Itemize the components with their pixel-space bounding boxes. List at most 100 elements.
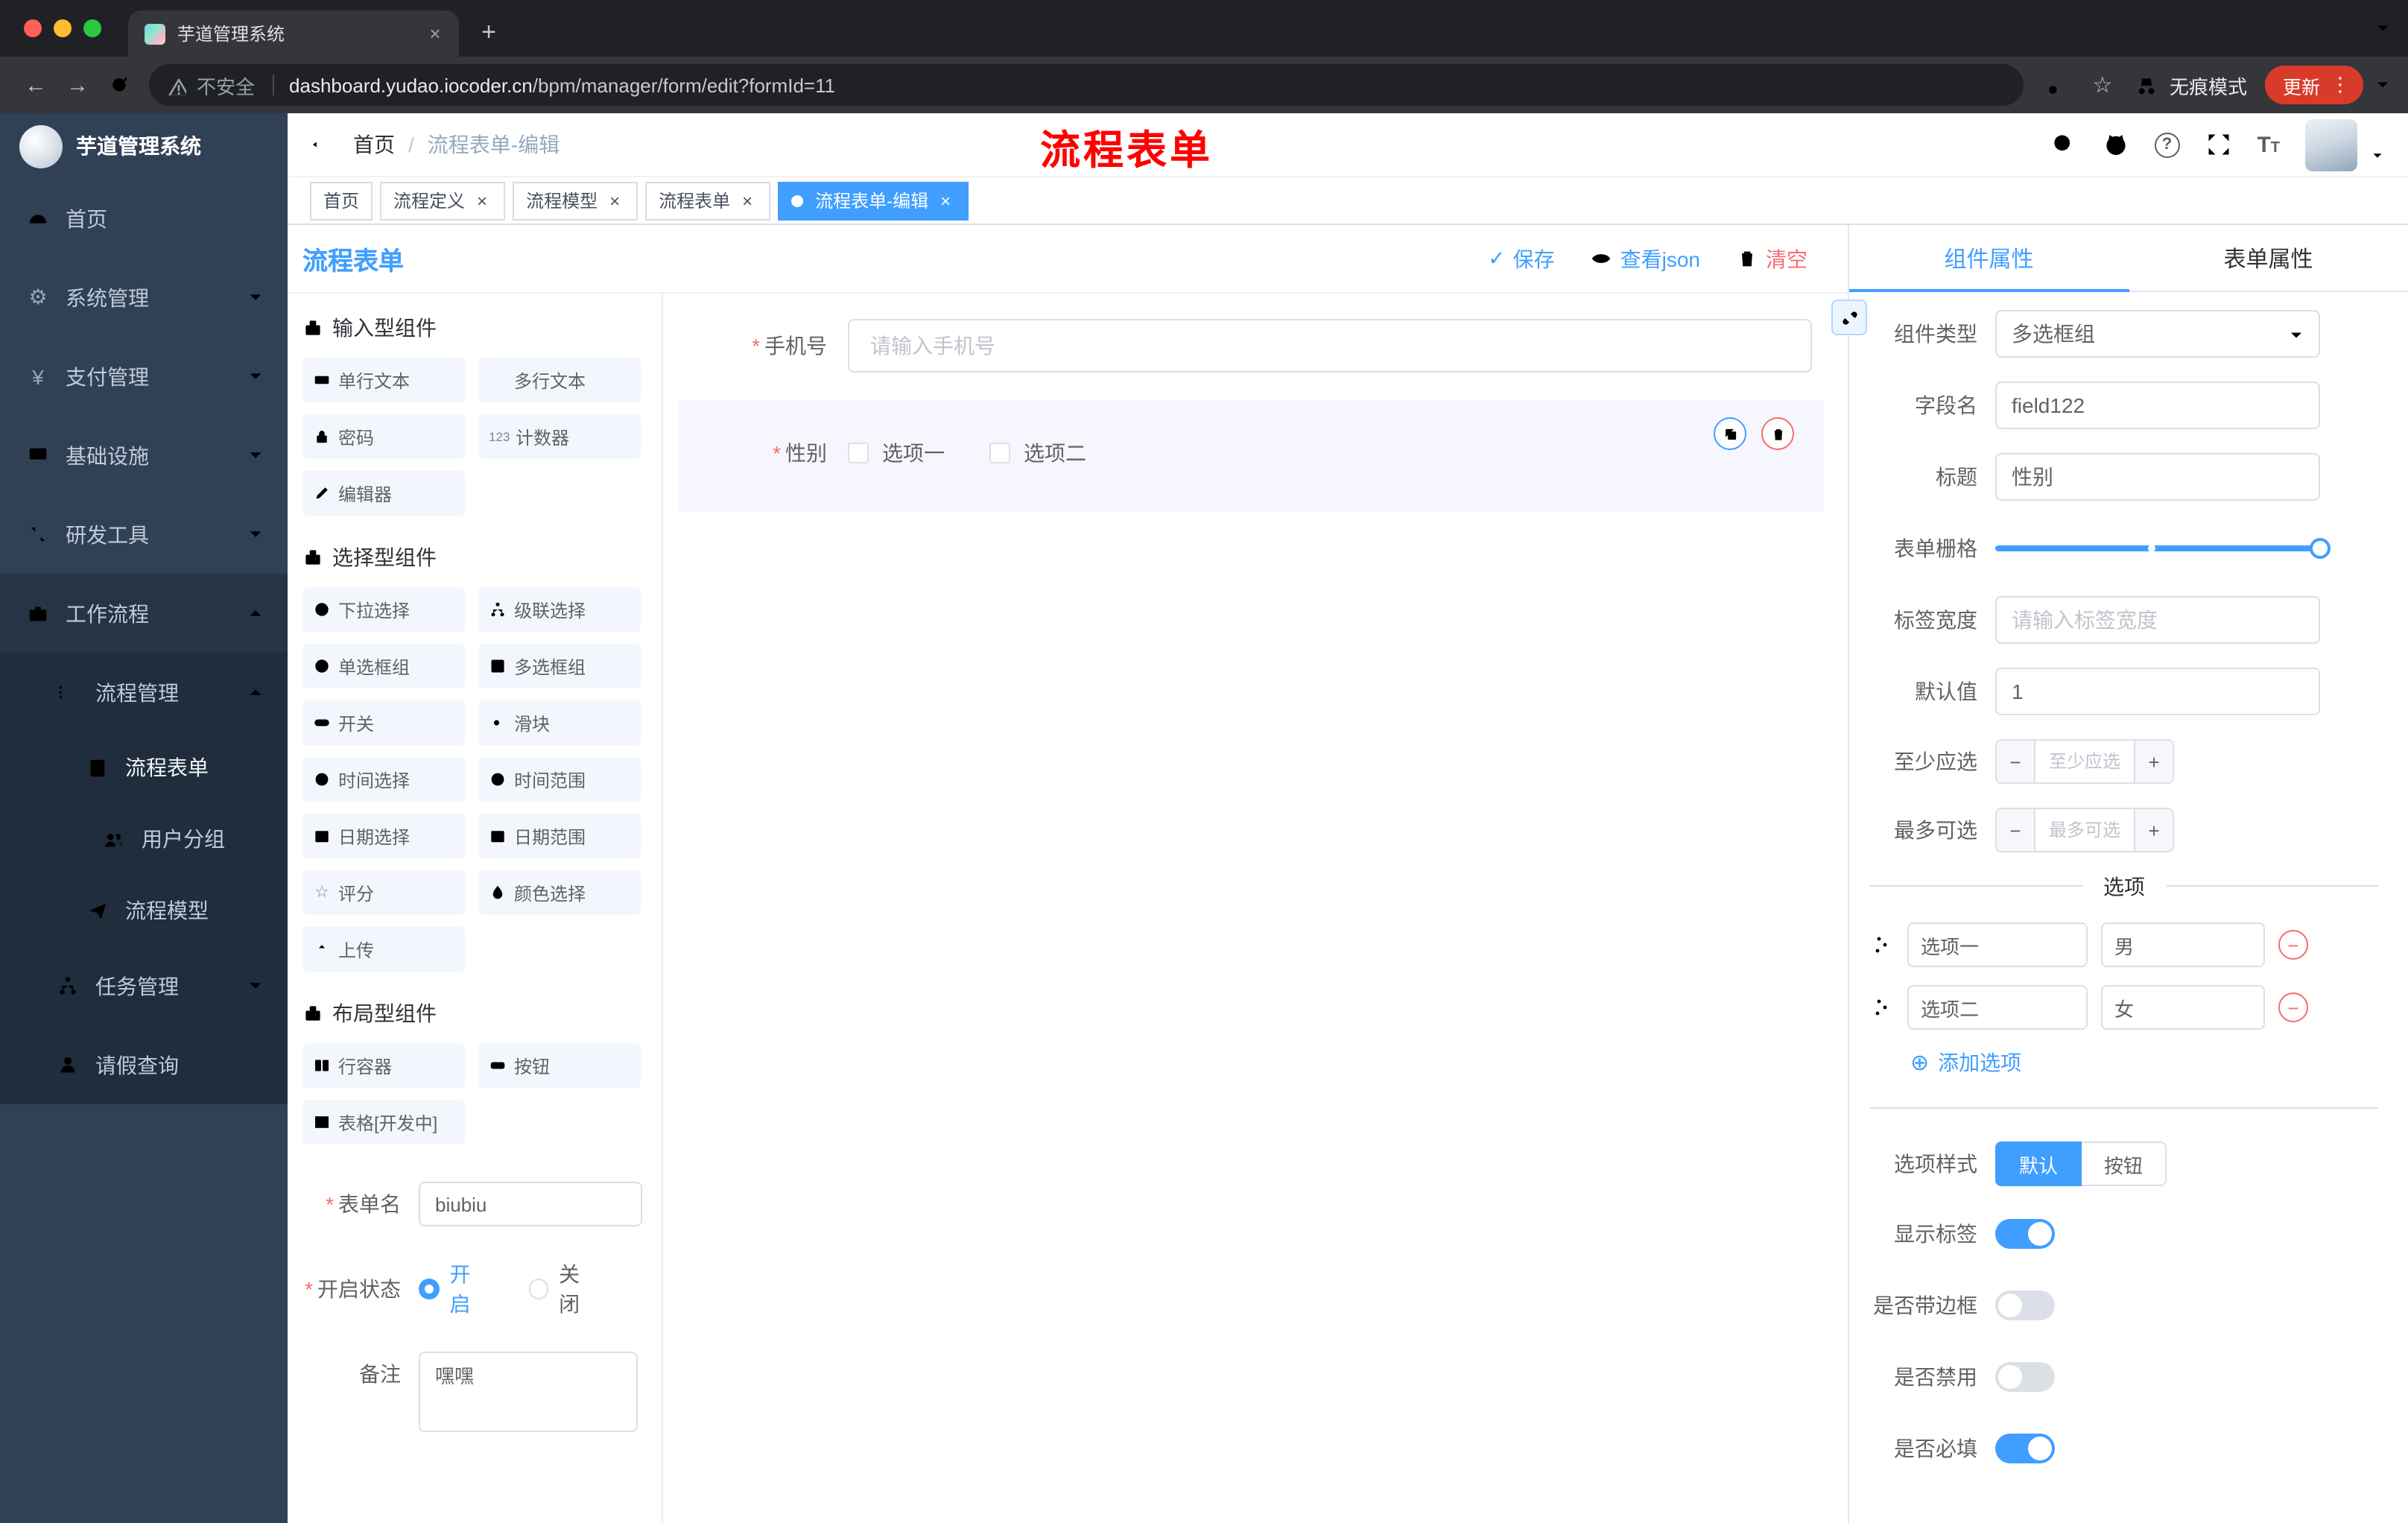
remove-option-button[interactable]: − bbox=[2278, 930, 2308, 960]
palette-item-row-container[interactable]: 行容器 bbox=[302, 1043, 465, 1088]
app-logo[interactable]: 芋道管理系统 bbox=[0, 113, 288, 179]
form-remark-textarea[interactable]: 嘿嘿 bbox=[419, 1352, 638, 1432]
browser-tab[interactable]: 芋道管理系统 × bbox=[128, 10, 459, 57]
field-name-input[interactable] bbox=[1995, 381, 2320, 429]
max-select-input[interactable] bbox=[2035, 809, 2134, 851]
clear-button[interactable]: 清空 bbox=[1736, 244, 1807, 273]
design-canvas[interactable]: *手机号 *性别 选项一 bbox=[663, 294, 1848, 1523]
palette-item-time-range[interactable]: 时间范围 bbox=[478, 757, 641, 802]
security-warning-icon[interactable] bbox=[167, 75, 186, 95]
sidebar-item-task-mgmt[interactable]: 任务管理 bbox=[0, 946, 288, 1025]
search-icon[interactable] bbox=[2050, 131, 2076, 158]
slider-track[interactable] bbox=[1995, 538, 2331, 559]
sidebar-item-leave-query[interactable]: 请假查询 bbox=[0, 1025, 288, 1104]
phone-input[interactable] bbox=[848, 319, 1812, 373]
slider-handle[interactable] bbox=[2310, 538, 2331, 559]
gender-option-1-checkbox[interactable]: 选项一 bbox=[848, 438, 945, 468]
new-tab-button[interactable]: + bbox=[469, 13, 508, 52]
title-input[interactable] bbox=[1995, 453, 2320, 501]
palette-item-password[interactable]: 密码 bbox=[302, 414, 465, 459]
tab-component-props[interactable]: 组件属性 bbox=[1849, 225, 2129, 292]
min-select-input[interactable] bbox=[2035, 741, 2134, 782]
status-on-radio[interactable]: 开启 bbox=[419, 1262, 489, 1316]
font-size-icon[interactable]: TT bbox=[2257, 133, 2280, 156]
stepper-increase-button[interactable]: + bbox=[2134, 809, 2173, 851]
tag-close-icon[interactable]: × bbox=[936, 190, 955, 211]
show-label-toggle[interactable] bbox=[1995, 1219, 2055, 1249]
save-button[interactable]: ✓ 保存 bbox=[1488, 244, 1554, 273]
tag-close-icon[interactable]: × bbox=[738, 190, 757, 211]
close-window-button[interactable] bbox=[24, 19, 42, 37]
sidebar-item-infrastructure[interactable]: 基础设施 bbox=[0, 416, 288, 495]
palette-item-color-picker[interactable]: 颜色选择 bbox=[478, 870, 641, 915]
option-value-input[interactable] bbox=[2101, 985, 2265, 1030]
sidebar-item-process-model[interactable]: 流程模型 bbox=[0, 875, 288, 946]
drag-handle-icon[interactable] bbox=[1870, 995, 1894, 1019]
style-button-button[interactable]: 按钮 bbox=[2082, 1142, 2167, 1186]
stepper-decrease-button[interactable]: − bbox=[1997, 809, 2035, 851]
sidebar-item-devtools[interactable]: 研发工具 bbox=[0, 495, 288, 574]
link-float-button[interactable] bbox=[1831, 300, 1867, 335]
sidebar-item-user-group[interactable]: 用户分组 bbox=[0, 803, 288, 875]
sidebar-item-workflow[interactable]: 工作流程 bbox=[0, 574, 288, 653]
option-value-input[interactable] bbox=[2101, 922, 2265, 967]
canvas-field-phone[interactable]: * 手机号 bbox=[678, 311, 1830, 399]
label-width-input[interactable] bbox=[1995, 596, 2320, 644]
tab-search-caret-icon[interactable] bbox=[2372, 18, 2393, 39]
palette-item-radio-group[interactable]: 单选框组 bbox=[302, 644, 465, 688]
menu-fold-icon[interactable] bbox=[310, 134, 331, 155]
sidebar-item-process-mgmt[interactable]: 流程管理 bbox=[0, 653, 288, 732]
drag-handle-icon[interactable] bbox=[1870, 933, 1894, 957]
component-type-select[interactable] bbox=[1995, 310, 2320, 358]
avatar[interactable] bbox=[2305, 118, 2357, 171]
grid-slider[interactable] bbox=[1995, 525, 2331, 572]
sidebar-item-system[interactable]: ⚙ 系统管理 bbox=[0, 258, 288, 337]
disabled-toggle[interactable] bbox=[1995, 1362, 2055, 1392]
palette-item-checkbox-group[interactable]: 多选框组 bbox=[478, 644, 641, 688]
form-name-input[interactable] bbox=[419, 1182, 642, 1226]
view-json-button[interactable]: 查看json bbox=[1591, 244, 1700, 273]
default-value-input[interactable] bbox=[1995, 668, 2320, 715]
address-bar[interactable]: 不安全 dashboard.yudao.iocoder.cn/bpm/manag… bbox=[149, 64, 2024, 106]
fullscreen-icon[interactable] bbox=[2205, 131, 2231, 158]
tag-close-icon[interactable]: × bbox=[605, 190, 624, 211]
add-option-button[interactable]: ⊕ 添加选项 bbox=[1910, 1048, 2378, 1077]
palette-item-slider[interactable]: 滑块 bbox=[478, 700, 641, 745]
required-toggle[interactable] bbox=[1995, 1434, 2055, 1463]
palette-item-select[interactable]: 下拉选择 bbox=[302, 587, 465, 632]
stepper-increase-button[interactable]: + bbox=[2134, 741, 2173, 782]
help-icon[interactable]: ? bbox=[2154, 132, 2180, 157]
tag-process-form-edit[interactable]: 流程表单-编辑 × bbox=[778, 181, 969, 220]
gender-option-2-checkbox[interactable]: 选项二 bbox=[989, 438, 1086, 468]
palette-item-time-picker[interactable]: 时间选择 bbox=[302, 757, 465, 802]
palette-item-upload[interactable]: 上传 bbox=[302, 927, 465, 972]
palette-item-date-range[interactable]: 日期范围 bbox=[478, 814, 641, 858]
browser-menu-icon[interactable]: ⋮ bbox=[2328, 73, 2353, 97]
status-off-radio[interactable]: 关闭 bbox=[528, 1262, 599, 1316]
tab-close-icon[interactable]: × bbox=[423, 22, 447, 45]
palette-item-table[interactable]: 表格[开发中] bbox=[302, 1100, 465, 1144]
palette-item-multi-line-text[interactable]: 多行文本 bbox=[478, 358, 641, 402]
toolbar-caret-icon[interactable] bbox=[2372, 75, 2393, 95]
palette-item-single-line-text[interactable]: 单行文本 bbox=[302, 358, 465, 402]
style-default-button[interactable]: 默认 bbox=[1995, 1142, 2082, 1186]
tag-process-form[interactable]: 流程表单 × bbox=[645, 181, 771, 220]
sidebar-item-home[interactable]: 首页 bbox=[0, 179, 288, 258]
password-key-icon[interactable] bbox=[2035, 64, 2080, 106]
back-button[interactable]: ← bbox=[15, 64, 57, 106]
github-icon[interactable] bbox=[2102, 131, 2129, 158]
border-toggle[interactable] bbox=[1995, 1291, 2055, 1320]
minimize-window-button[interactable] bbox=[54, 19, 72, 37]
tag-home[interactable]: 首页 bbox=[310, 181, 373, 220]
sidebar-item-process-form[interactable]: 流程表单 bbox=[0, 732, 288, 803]
stepper-decrease-button[interactable]: − bbox=[1997, 741, 2035, 782]
avatar-caret-icon[interactable] bbox=[2369, 147, 2386, 163]
tag-process-definition[interactable]: 流程定义 × bbox=[380, 181, 506, 220]
palette-item-cascader[interactable]: 级联选择 bbox=[478, 587, 641, 632]
option-label-input[interactable] bbox=[1907, 985, 2088, 1030]
reload-button[interactable] bbox=[98, 64, 140, 106]
palette-item-switch[interactable]: 开关 bbox=[302, 700, 465, 745]
option-label-input[interactable] bbox=[1907, 922, 2088, 967]
breadcrumb-home[interactable]: 首页 bbox=[353, 130, 395, 159]
tag-process-model[interactable]: 流程模型 × bbox=[513, 181, 639, 220]
